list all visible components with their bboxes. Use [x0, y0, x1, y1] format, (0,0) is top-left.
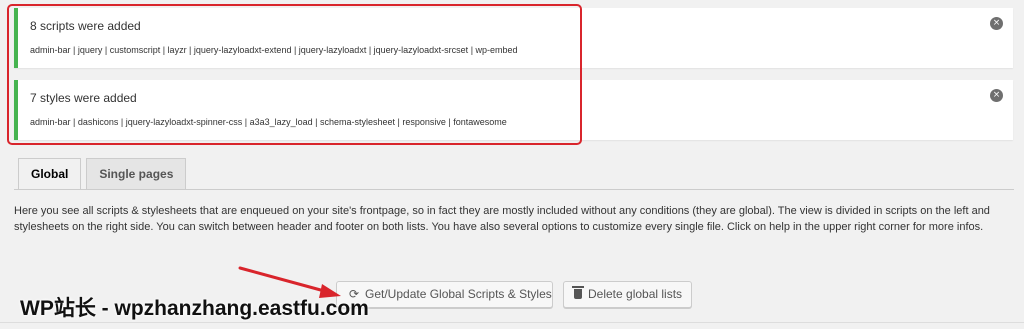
trash-icon	[572, 286, 584, 299]
global-description: Here you see all scripts & stylesheets t…	[14, 205, 990, 233]
site-watermark: WP站长 - wpzhanzhang.eastfu.com	[20, 297, 369, 320]
tab-single-pages[interactable]: Single pages	[86, 158, 187, 189]
tab-divider	[14, 189, 1014, 190]
update-button-label: Get/Update Global Scripts & Styles	[365, 287, 552, 301]
tab-global[interactable]: Global	[18, 158, 82, 190]
delete-global-lists-button[interactable]: Delete global lists	[563, 281, 692, 308]
styles-added-notice: 7 styles were added admin-bar | dashicon…	[14, 80, 1013, 140]
delete-button-label: Delete global lists	[588, 287, 683, 301]
scripts-notice-list: admin-bar | jquery | customscript | layz…	[30, 45, 518, 55]
dismiss-scripts-notice-icon[interactable]: ×	[990, 17, 1003, 30]
tab-bar: Global Single pages	[18, 158, 191, 190]
scripts-notice-title: 8 scripts were added	[30, 19, 141, 33]
styles-notice-list: admin-bar | dashicons | jquery-lazyloadx…	[30, 117, 507, 127]
dismiss-styles-notice-icon[interactable]: ×	[990, 89, 1003, 102]
bottom-divider	[0, 322, 1024, 323]
styles-notice-title: 7 styles were added	[30, 91, 137, 105]
scripts-added-notice: 8 scripts were added admin-bar | jquery …	[14, 8, 1013, 68]
